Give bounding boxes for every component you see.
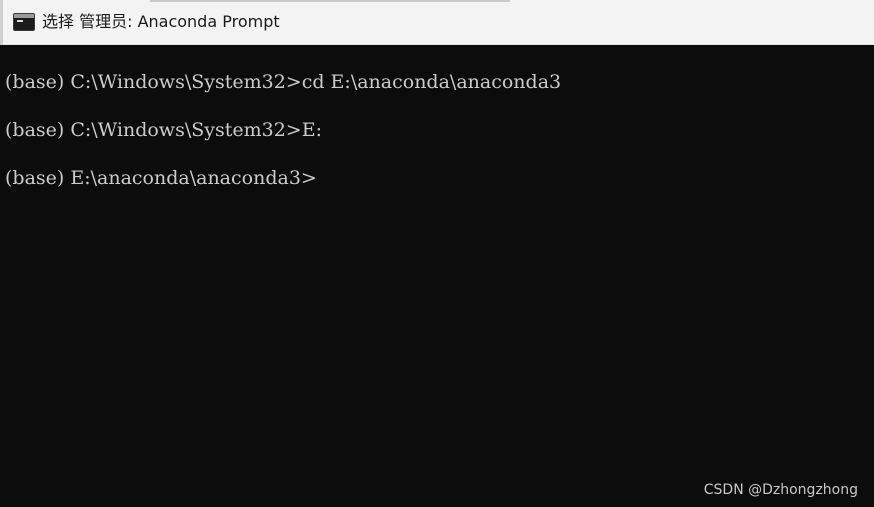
terminal-icon-cursor — [17, 20, 23, 22]
title-bar[interactable]: 选择 管理员: Anaconda Prompt — [0, 0, 874, 45]
csdn-watermark: CSDN @Dzhongzhong — [703, 482, 858, 498]
terminal-window: 选择 管理员: Anaconda Prompt (base) C:\Window… — [0, 0, 874, 507]
console-prompt-line[interactable]: (base) E:\anaconda\anaconda3> — [5, 166, 317, 190]
window-edge-top — [150, 0, 510, 2]
console-line: (base) C:\Windows\System32>E: — [5, 119, 322, 141]
console-area[interactable]: (base) C:\Windows\System32>cd E:\anacond… — [0, 45, 874, 507]
window-title: 选择 管理员: Anaconda Prompt — [42, 12, 280, 31]
console-line: (base) C:\Windows\System32>cd E:\anacond… — [5, 71, 562, 93]
window-edge — [0, 0, 3, 45]
terminal-icon-bar — [14, 14, 34, 18]
terminal-icon[interactable] — [13, 13, 35, 31]
